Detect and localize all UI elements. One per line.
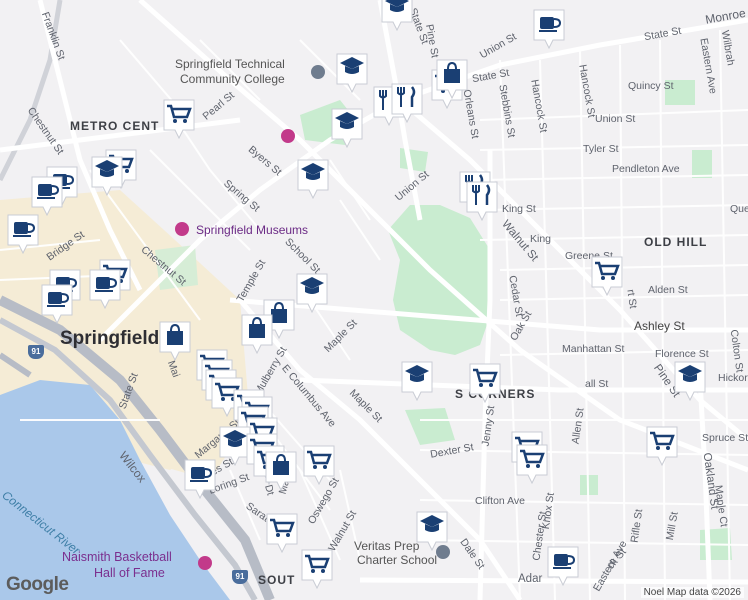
shopping-cart-marker[interactable] [645,425,679,469]
graduation-cap-icon [381,0,413,32]
coffee-cup-marker[interactable] [40,283,74,327]
map-canvas[interactable]: Franklin St Chestnut St Chestnut St Pear… [0,0,748,600]
fork-knife-marker[interactable] [465,180,499,224]
shopping-cart-icon [646,426,678,467]
graduation-cap-icon [336,53,368,94]
interstate-shield: 91 [232,570,248,584]
graduation-cap-marker[interactable] [335,52,369,96]
graduation-cap-marker[interactable] [400,360,434,404]
fork-knife-icon [391,83,423,124]
shopping-cart-marker[interactable] [300,548,334,592]
graduation-cap-marker[interactable] [673,360,707,404]
shopping-cart-icon [516,444,548,485]
shopping-cart-marker[interactable] [302,444,336,488]
graduation-cap-icon [297,159,329,200]
coffee-cup-marker[interactable] [183,458,217,502]
shopping-bag-marker[interactable] [264,450,298,494]
coffee-cup-icon [7,214,39,255]
coffee-cup-icon [533,9,565,50]
graduation-cap-icon [416,511,448,552]
fork-knife-icon [466,181,498,222]
shopping-cart-icon [301,549,333,590]
coffee-cup-icon [89,269,121,310]
shopping-cart-icon [303,445,335,486]
coffee-cup-icon [184,459,216,500]
graduation-cap-marker[interactable] [295,272,329,316]
shopping-bag-icon [241,314,273,355]
shopping-cart-icon [266,513,298,554]
coffee-cup-marker[interactable] [532,8,566,52]
shopping-cart-marker[interactable] [590,255,624,299]
shopping-bag-icon [159,321,191,362]
shopping-bag-marker[interactable] [240,313,274,357]
shopping-bag-marker[interactable] [435,58,469,102]
google-logo: Google [6,574,69,595]
fork-knife-marker[interactable] [390,82,424,126]
shopping-cart-icon [591,256,623,297]
shopping-cart-marker[interactable] [162,98,196,142]
graduation-cap-marker[interactable] [90,155,124,199]
graduation-cap-icon [296,273,328,314]
shopping-bag-icon [436,59,468,100]
shopping-cart-marker[interactable] [265,512,299,556]
map-attribution[interactable]: Noel Map data ©2026 [640,587,744,598]
coffee-cup-icon [547,546,579,587]
graduation-cap-icon [331,108,363,149]
shopping-cart-marker[interactable] [515,443,549,487]
graduation-cap-icon [91,156,123,197]
graduation-cap-icon [674,361,706,402]
coffee-cup-marker[interactable] [88,268,122,312]
shopping-bag-marker[interactable] [158,320,192,364]
coffee-cup-icon [41,284,73,325]
shopping-cart-icon [163,99,195,140]
graduation-cap-marker[interactable] [330,107,364,151]
coffee-cup-marker[interactable] [6,213,40,257]
interstate-shield: 91 [28,345,44,359]
graduation-cap-marker[interactable] [415,510,449,554]
graduation-cap-icon [401,361,433,402]
graduation-cap-marker[interactable] [296,158,330,202]
graduation-cap-marker[interactable] [380,0,414,34]
shopping-cart-marker[interactable] [468,362,502,406]
coffee-cup-marker[interactable] [546,545,580,589]
shopping-cart-icon [469,363,501,404]
shopping-bag-icon [265,451,297,492]
